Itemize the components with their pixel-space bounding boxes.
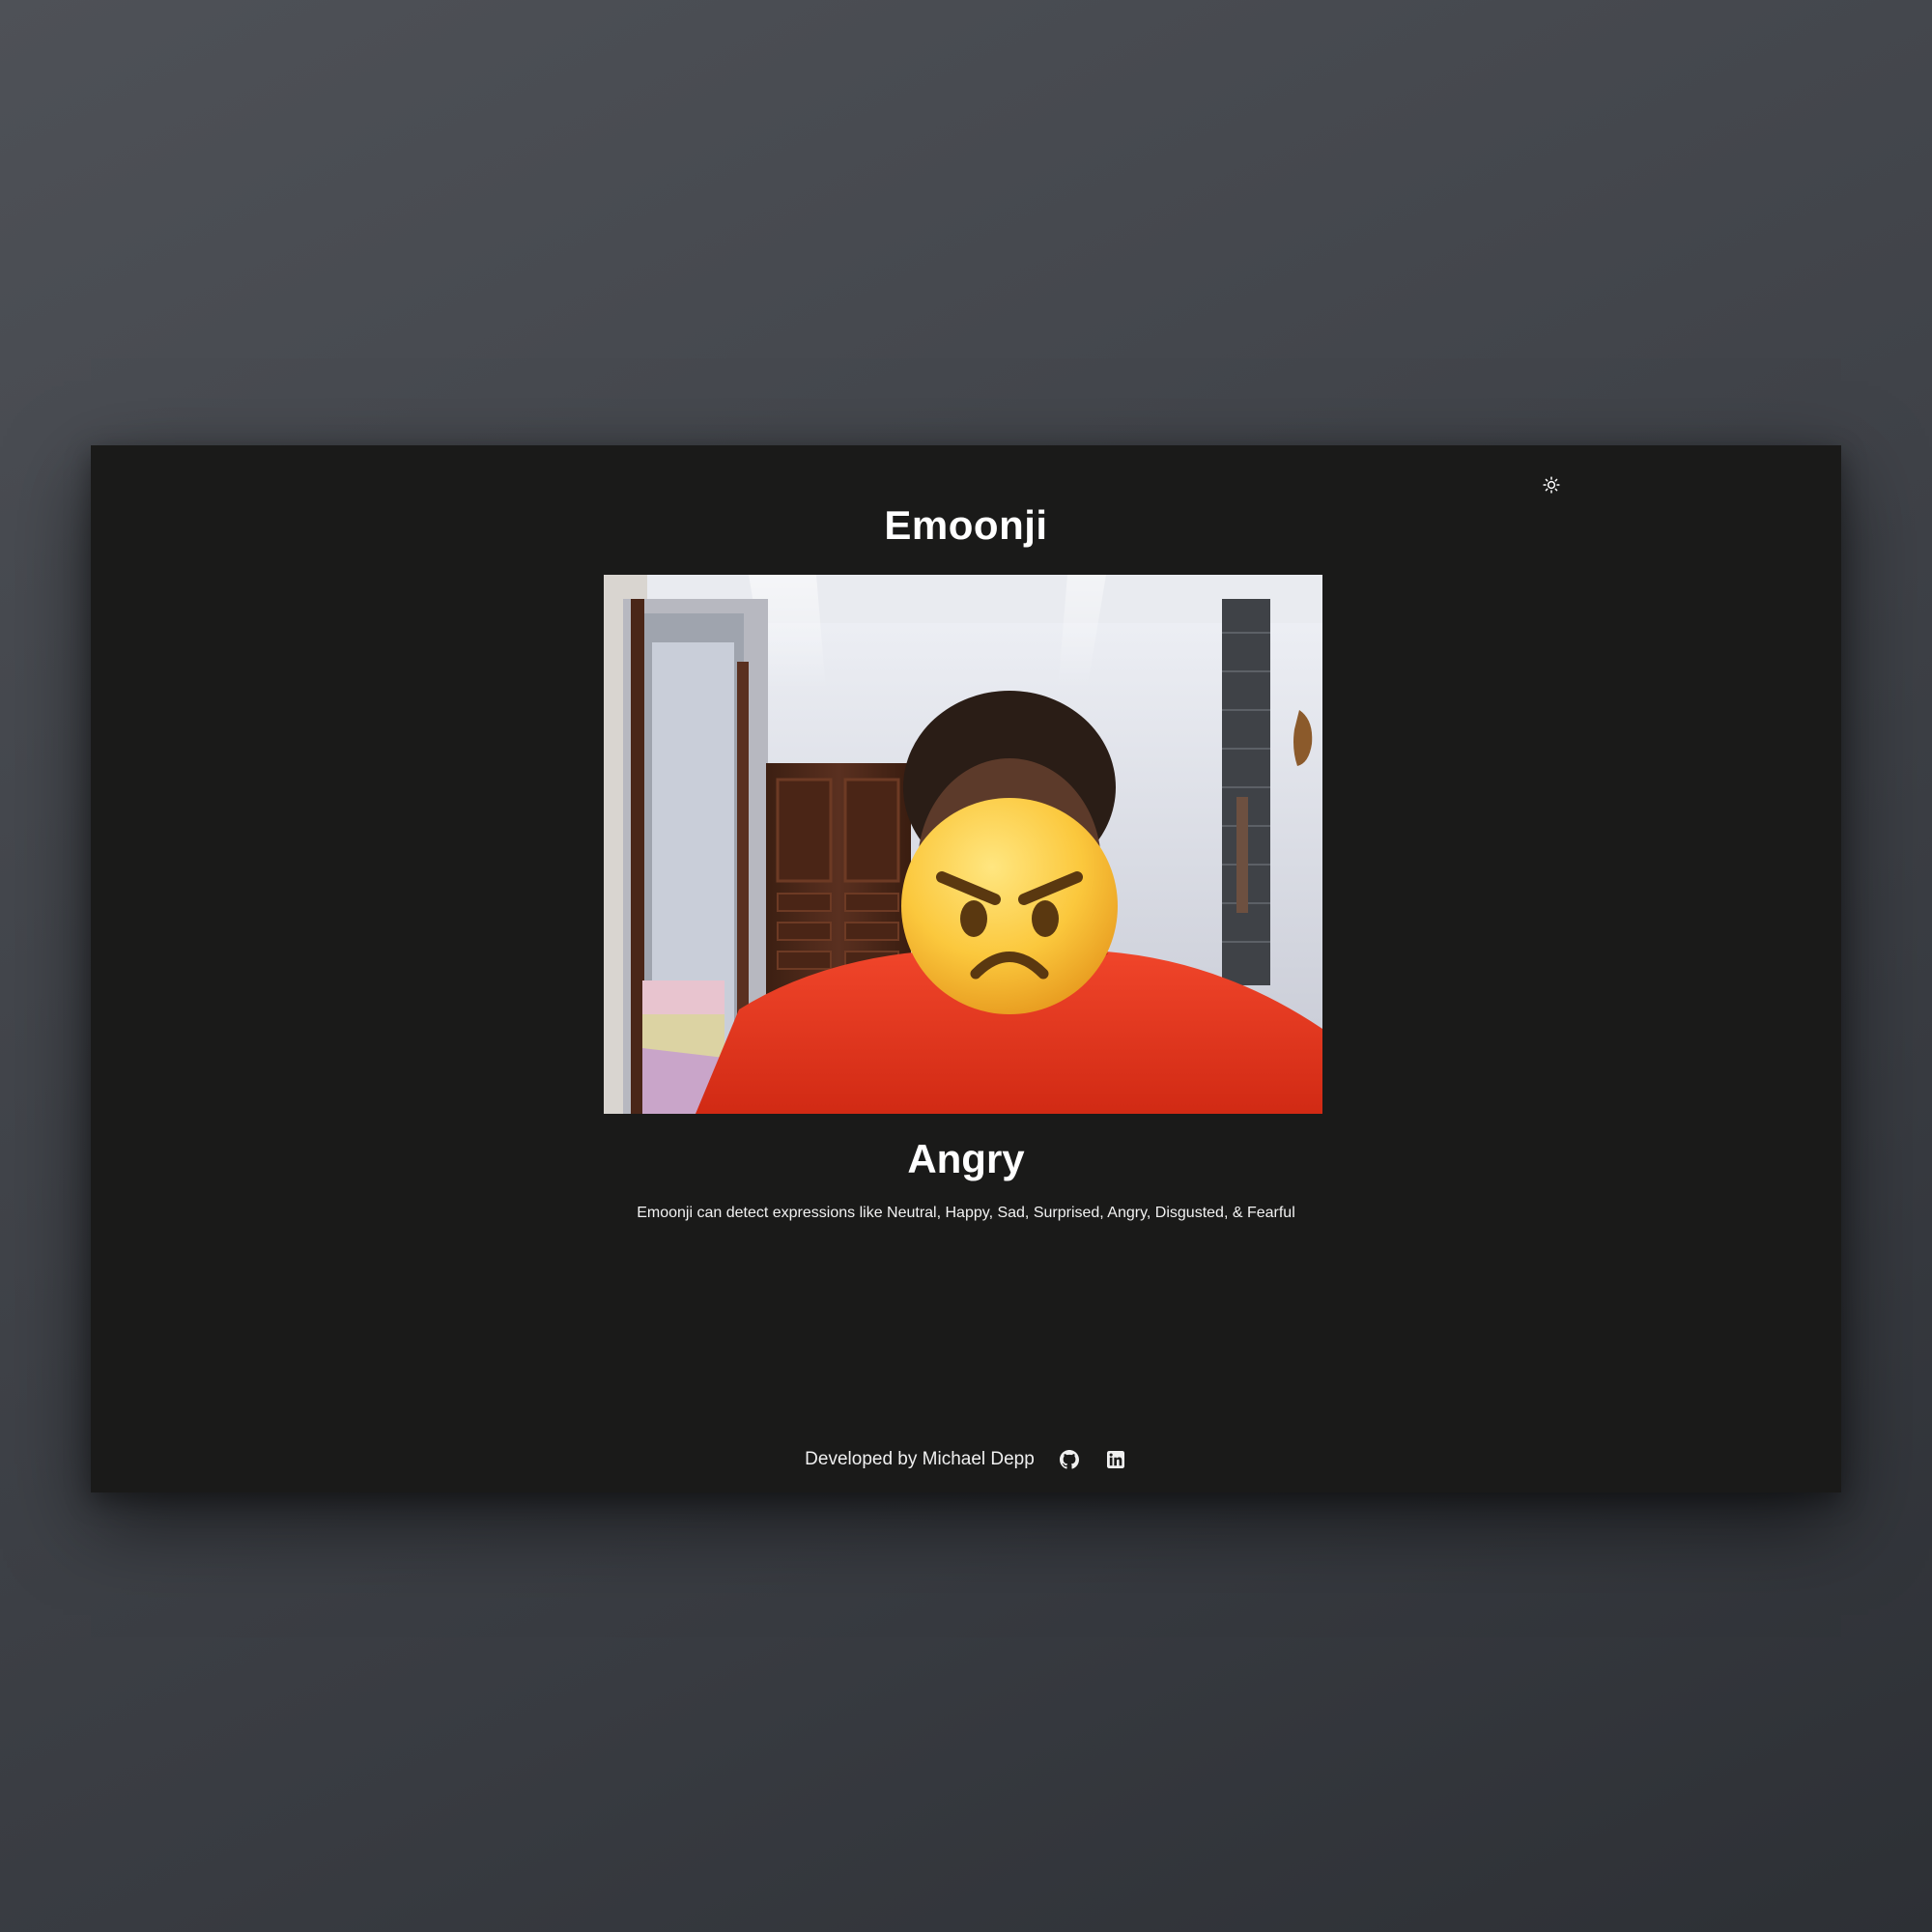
github-icon (1059, 1450, 1079, 1469)
app-title: Emoonji (884, 502, 1048, 548)
linkedin-icon (1106, 1451, 1124, 1468)
linkedin-link[interactable] (1104, 1448, 1127, 1471)
developer-credit: Developed by Michael Depp (805, 1449, 1035, 1469)
theme-toggle-button[interactable] (1538, 471, 1565, 498)
sun-icon (1543, 476, 1560, 494)
detected-expression-label: Angry (907, 1136, 1025, 1181)
footer: Developed by Michael Depp (91, 1448, 1841, 1471)
app-window: Emoonji Angry Emoonji can detect express… (91, 445, 1841, 1492)
angry-face-emoji (901, 798, 1118, 1014)
webcam-feed (604, 575, 1322, 1114)
github-link[interactable] (1058, 1448, 1081, 1471)
app-description: Emoonji can detect expressions like Neut… (637, 1205, 1295, 1221)
